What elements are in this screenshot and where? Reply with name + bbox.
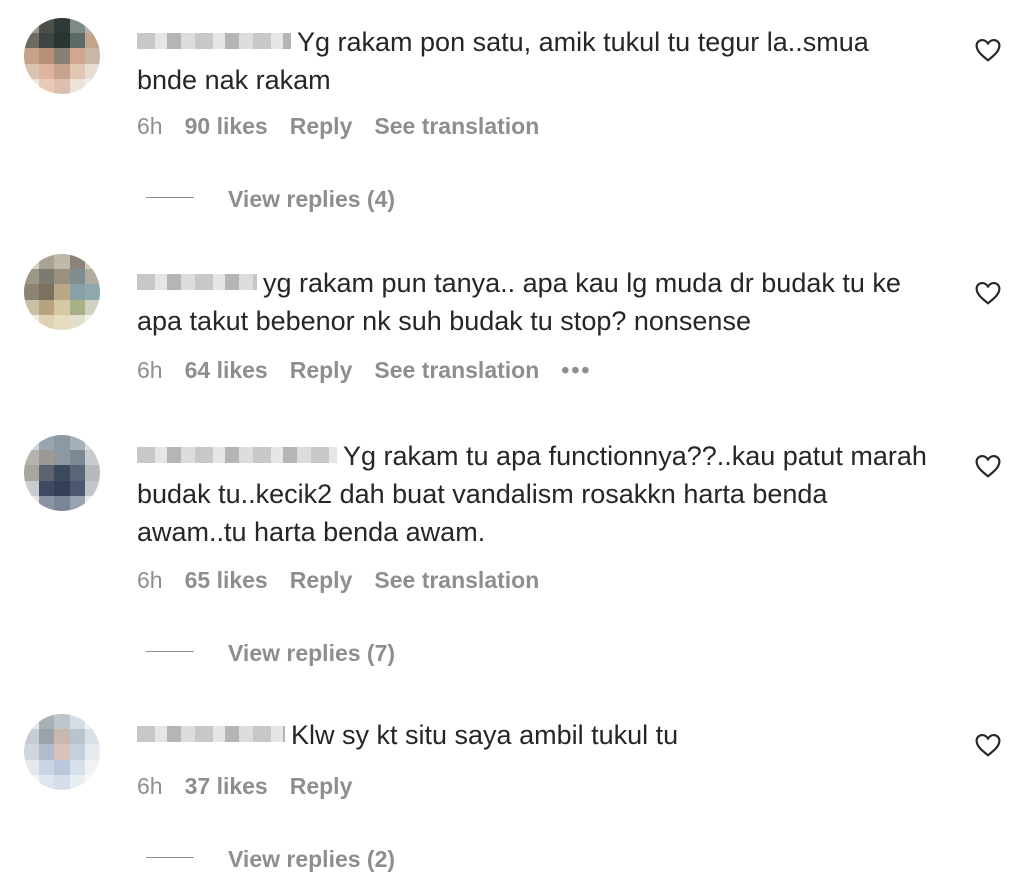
view-replies-label[interactable]: View replies (4) bbox=[228, 186, 395, 212]
avatar[interactable] bbox=[24, 435, 100, 511]
username-blurred[interactable] bbox=[137, 446, 337, 463]
likes-count[interactable]: 64 likes bbox=[185, 355, 268, 385]
replies-divider bbox=[146, 197, 194, 199]
view-replies-button[interactable]: View replies (4) bbox=[146, 184, 395, 214]
replies-divider bbox=[146, 857, 194, 859]
view-replies-button[interactable]: View replies (7) bbox=[146, 638, 395, 668]
view-replies-label[interactable]: View replies (2) bbox=[228, 846, 395, 872]
view-replies-label[interactable]: View replies (7) bbox=[228, 640, 395, 666]
avatar[interactable] bbox=[24, 714, 100, 790]
username-blurred[interactable] bbox=[137, 273, 257, 290]
heart-outline-icon[interactable] bbox=[975, 454, 1001, 478]
reply-button[interactable]: Reply bbox=[290, 771, 353, 801]
avatar[interactable] bbox=[24, 254, 100, 330]
username-blurred[interactable] bbox=[137, 725, 285, 742]
comment-text: Yg rakam tu apa functionnya??..kau patut… bbox=[137, 441, 927, 547]
comment-meta: 6h 90 likes Reply See translation bbox=[137, 111, 561, 141]
reply-button[interactable]: Reply bbox=[290, 565, 353, 595]
replies-divider bbox=[146, 651, 194, 653]
comment-time[interactable]: 6h bbox=[137, 771, 163, 801]
heart-outline-icon[interactable] bbox=[975, 38, 1001, 62]
see-translation-button[interactable]: See translation bbox=[374, 565, 539, 595]
likes-count[interactable]: 37 likes bbox=[185, 771, 268, 801]
username-blurred[interactable] bbox=[137, 32, 291, 49]
comment-meta: 6h 65 likes Reply See translation bbox=[137, 565, 561, 595]
heart-outline-icon[interactable] bbox=[975, 733, 1001, 757]
comment-text: yg rakam pun tanya.. apa kau lg muda dr … bbox=[137, 268, 901, 336]
more-options-icon[interactable]: ••• bbox=[561, 355, 591, 385]
comment-text: Yg rakam pon satu, amik tukul tu tegur l… bbox=[137, 27, 869, 95]
comment-meta: 6h 37 likes Reply bbox=[137, 771, 374, 801]
comment-text: Klw sy kt situ saya ambil tukul tu bbox=[137, 716, 927, 754]
likes-count[interactable]: 65 likes bbox=[185, 565, 268, 595]
avatar[interactable] bbox=[24, 18, 100, 94]
comment-time[interactable]: 6h bbox=[137, 565, 163, 595]
view-replies-button[interactable]: View replies (2) bbox=[146, 844, 395, 874]
likes-count[interactable]: 90 likes bbox=[185, 111, 268, 141]
comment-time[interactable]: 6h bbox=[137, 111, 163, 141]
reply-button[interactable]: Reply bbox=[290, 111, 353, 141]
see-translation-button[interactable]: See translation bbox=[374, 111, 539, 141]
reply-button[interactable]: Reply bbox=[290, 355, 353, 385]
heart-outline-icon[interactable] bbox=[975, 281, 1001, 305]
comment-time[interactable]: 6h bbox=[137, 355, 163, 385]
comment-meta: 6h 64 likes Reply See translation ••• bbox=[137, 355, 613, 385]
see-translation-button[interactable]: See translation bbox=[374, 355, 539, 385]
